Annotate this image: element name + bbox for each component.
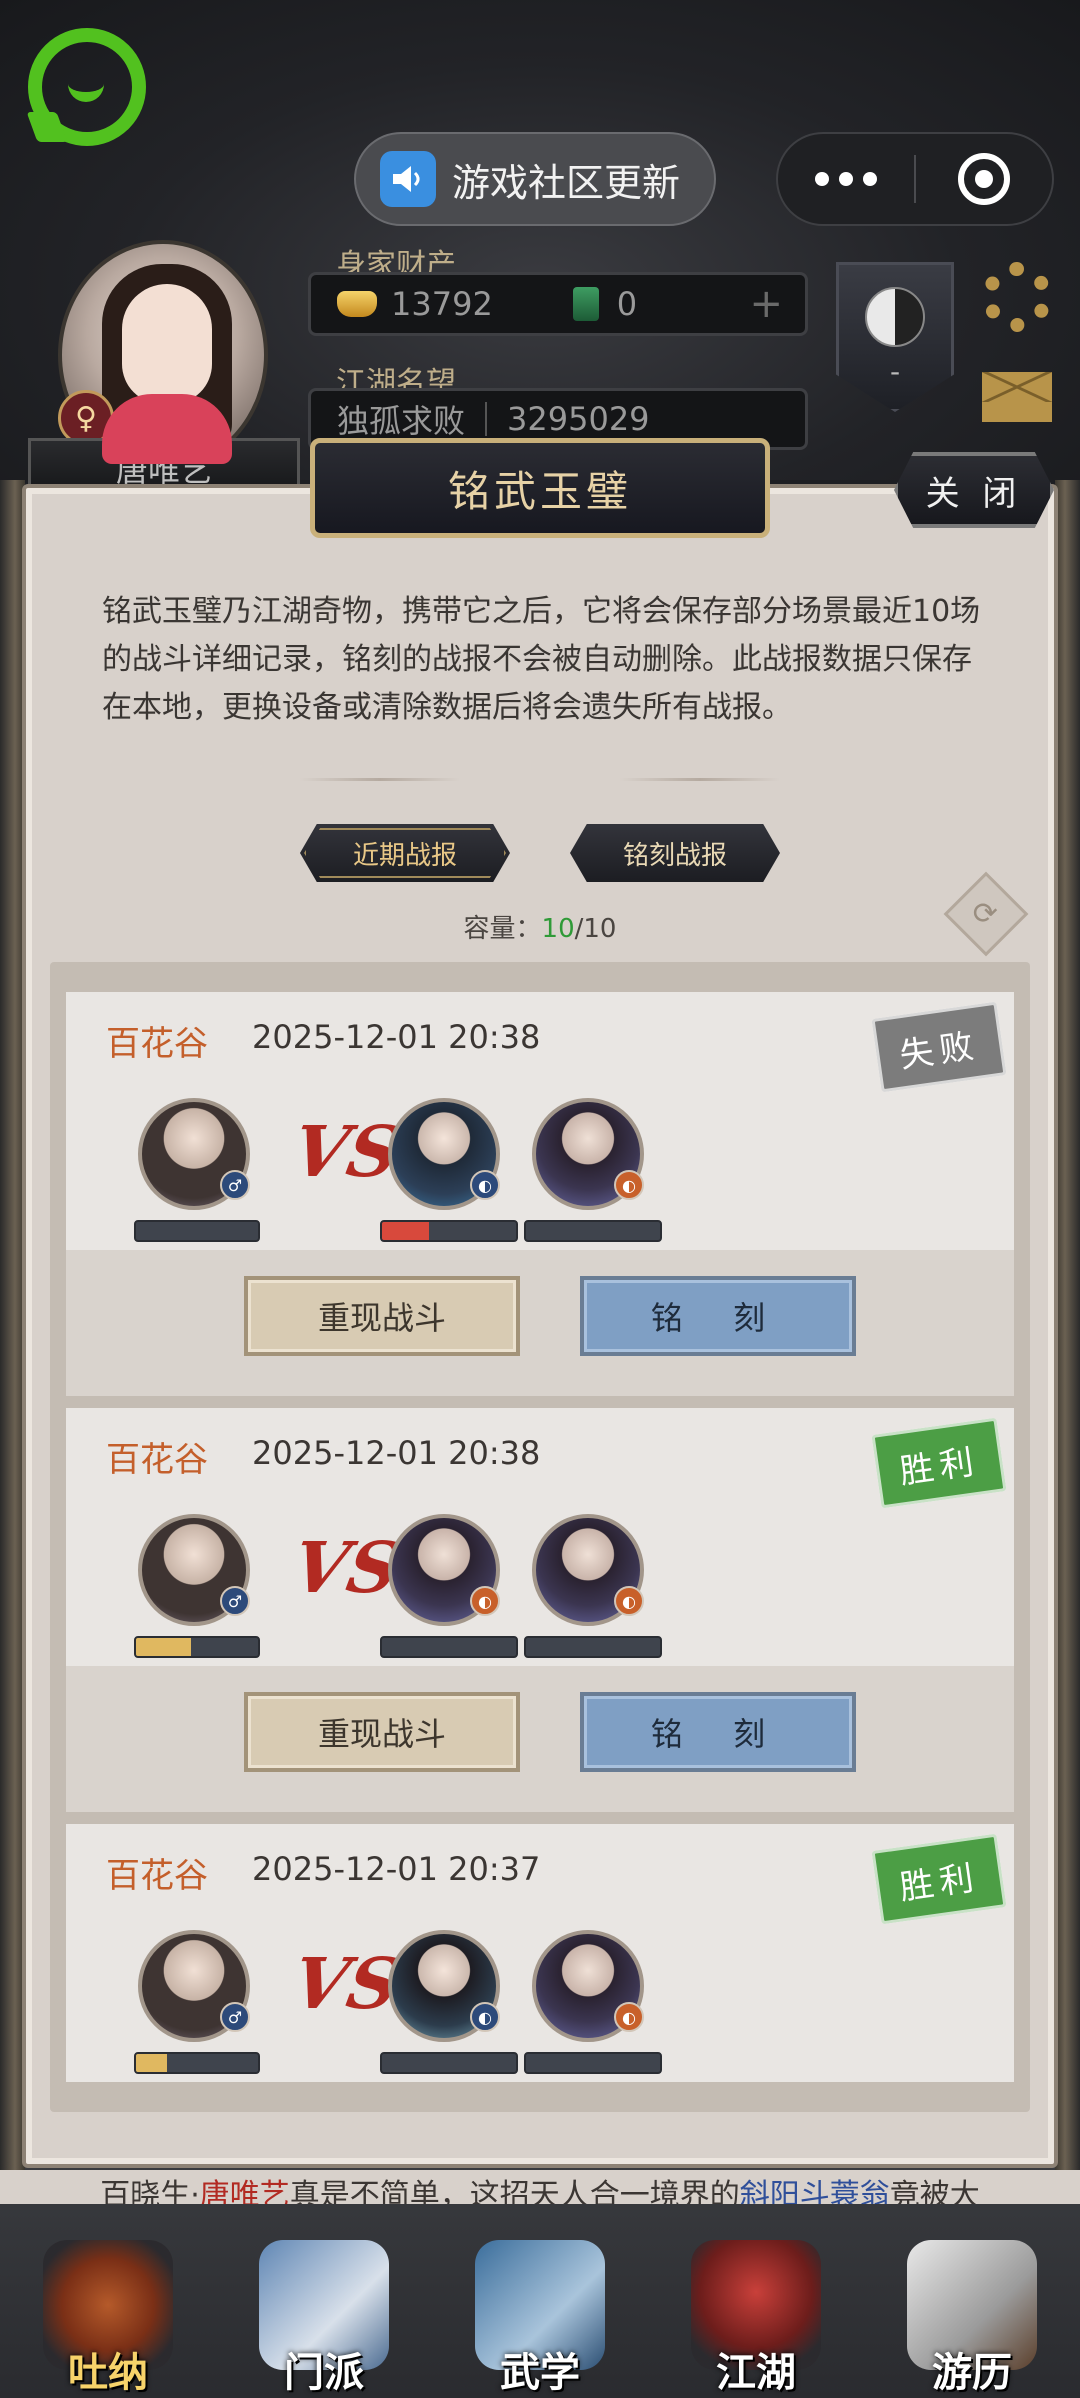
tab-recent-reports[interactable]: 近期战报 xyxy=(300,824,510,882)
nav-martial-arts-label: 武学 xyxy=(500,2349,580,2396)
nav-travel[interactable]: 游历 xyxy=(887,2218,1057,2398)
enemy-hp-bar xyxy=(524,1220,662,1242)
ticker-prefix: 百晓生· xyxy=(100,2178,200,2204)
fire-icon: ◐ xyxy=(614,1586,644,1616)
close-miniprogram-icon[interactable] xyxy=(916,153,1052,205)
enemy-hero-portrait: ◐ xyxy=(532,1514,644,1626)
gold-ingot-icon xyxy=(337,291,377,317)
engrave-button[interactable]: 铭 刻 xyxy=(580,1692,856,1772)
enemy-hero-portrait: ◐ xyxy=(388,1930,500,2042)
enemy-hp-bar xyxy=(524,2052,662,2074)
capacity-total: /10 xyxy=(574,914,617,944)
nav-sect-label: 门派 xyxy=(284,2349,364,2396)
player-hp-bar xyxy=(134,1636,260,1658)
battle-time: 2025-12-01 20:37 xyxy=(252,1850,541,1888)
nav-sect[interactable]: 门派 xyxy=(239,2218,409,2398)
player-hero-portrait: ♂ xyxy=(138,1930,250,2042)
male-icon: ♂ xyxy=(220,1170,250,1200)
result-stamp: 胜利 xyxy=(871,1417,1007,1509)
fire-icon: ◐ xyxy=(614,1170,644,1200)
player-hero-portrait: ♂ xyxy=(138,1098,250,1210)
tab-engraved-reports[interactable]: 铭刻战报 xyxy=(570,824,780,882)
divider-ornament-right xyxy=(620,778,780,781)
tab-recent-reports-label: 近期战报 xyxy=(352,840,457,871)
engrave-button[interactable]: 铭 刻 xyxy=(580,1276,856,1356)
fame-title: 独孤求败 xyxy=(337,402,466,440)
battle-location: 百花谷 xyxy=(106,1440,208,1480)
element-icon: ◐ xyxy=(470,1170,500,1200)
player-hero-portrait: ♂ xyxy=(138,1514,250,1626)
fire-icon: ◐ xyxy=(614,2002,644,2032)
add-currency-button[interactable]: + xyxy=(749,281,783,327)
fame-value: 3295029 xyxy=(507,400,650,438)
ticker-name: 唐唯艺 xyxy=(199,2178,290,2204)
battle-card: 百花谷 2025-12-01 20:37 胜利 ♂ VS ◐ ◐ xyxy=(66,1824,1014,2082)
male-icon: ♂ xyxy=(220,2002,250,2032)
nav-jianghu-label: 江湖 xyxy=(716,2349,796,2396)
enemy-hp-bar xyxy=(380,1220,518,1242)
gear-icon[interactable] xyxy=(982,262,1052,332)
battle-card: 百花谷 2025-12-01 20:38 失败 ♂ VS ◐ ◐ 重现战斗 铭 … xyxy=(66,992,1014,1396)
nav-breathing[interactable]: 吐纳 xyxy=(23,2218,193,2398)
gold-amount: 13792 xyxy=(391,285,493,323)
bottom-navigation: 吐纳 门派 武学 江湖 游历 xyxy=(0,2204,1080,2398)
speaker-icon xyxy=(380,151,436,207)
divider-ornament-left xyxy=(300,778,460,781)
right-scenery xyxy=(1055,480,1080,2180)
battle-location: 百花谷 xyxy=(106,1856,208,1896)
nav-martial-arts[interactable]: 武学 xyxy=(455,2218,625,2398)
community-update-label: 游戏社区更新 xyxy=(452,160,681,205)
battle-location: 百花谷 xyxy=(106,1024,208,1064)
panel-description: 铭武玉璧乃江湖奇物，携带它之后，它将会保存部分场景最近10场的战斗详细记录，铭刻… xyxy=(102,594,981,725)
battle-card: 百花谷 2025-12-01 20:38 胜利 ♂ VS ◐ ◐ 重现战斗 铭 … xyxy=(66,1408,1014,1812)
ticker-suffix: 竟被大 xyxy=(889,2178,980,2204)
community-update-button[interactable]: 游戏社区更新 xyxy=(354,132,716,226)
mail-icon[interactable] xyxy=(982,372,1052,422)
close-button[interactable]: 关 闭 xyxy=(894,452,1054,528)
jade-icon xyxy=(572,287,599,321)
capacity-readout: 容量：10/10 xyxy=(0,908,1080,945)
sect-banner-value: - xyxy=(889,355,901,388)
nav-travel-label: 游历 xyxy=(932,2349,1012,2396)
result-stamp: 胜利 xyxy=(871,1833,1007,1925)
tab-engraved-reports-label: 铭刻战报 xyxy=(622,840,727,871)
wealth-bar: 13792 0 + xyxy=(308,272,808,336)
yinyang-icon xyxy=(865,287,925,347)
element-icon: ◐ xyxy=(470,2002,500,2032)
result-stamp: 失败 xyxy=(871,1001,1007,1093)
chat-logo-icon[interactable] xyxy=(26,28,146,146)
ticker-middle: 真是不简单，这招天人合一境界的 xyxy=(289,2178,740,2204)
panel-title: 铭武玉璧 xyxy=(310,438,770,538)
player-hp-bar xyxy=(134,2052,260,2074)
jade-amount: 0 xyxy=(616,285,638,323)
battle-report-list[interactable]: 百花谷 2025-12-01 20:38 失败 ♂ VS ◐ ◐ 重现战斗 铭 … xyxy=(50,962,1030,2112)
nav-jianghu[interactable]: 江湖 xyxy=(671,2218,841,2398)
replay-battle-button[interactable]: 重现战斗 xyxy=(244,1276,520,1356)
more-options-icon[interactable] xyxy=(778,172,914,186)
capacity-label: 容量： xyxy=(463,914,542,944)
enemy-hp-bar xyxy=(524,1636,662,1658)
battle-time: 2025-12-01 20:38 xyxy=(252,1434,541,1472)
enemy-hp-bar xyxy=(380,1636,518,1658)
enemy-hero-portrait: ◐ xyxy=(532,1098,644,1210)
news-ticker: 百晓生·唐唯艺真是不简单，这招天人合一境界的斜阳斗蓑翁竟被大 xyxy=(0,2170,1080,2204)
miniprogram-capsule xyxy=(776,132,1054,226)
ticker-skill: 斜阳斗蓑翁 xyxy=(739,2178,890,2204)
enemy-hp-bar xyxy=(380,2052,518,2074)
player-hp-bar xyxy=(134,1220,260,1242)
enemy-hero-portrait: ◐ xyxy=(388,1098,500,1210)
battle-time: 2025-12-01 20:38 xyxy=(252,1018,541,1056)
capacity-current: 10 xyxy=(541,914,575,944)
nav-breathing-label: 吐纳 xyxy=(68,2349,148,2396)
fire-icon: ◐ xyxy=(470,1586,500,1616)
enemy-hero-portrait: ◐ xyxy=(532,1930,644,2042)
male-icon: ♂ xyxy=(220,1586,250,1616)
replay-battle-button[interactable]: 重现战斗 xyxy=(244,1692,520,1772)
enemy-hero-portrait: ◐ xyxy=(388,1514,500,1626)
